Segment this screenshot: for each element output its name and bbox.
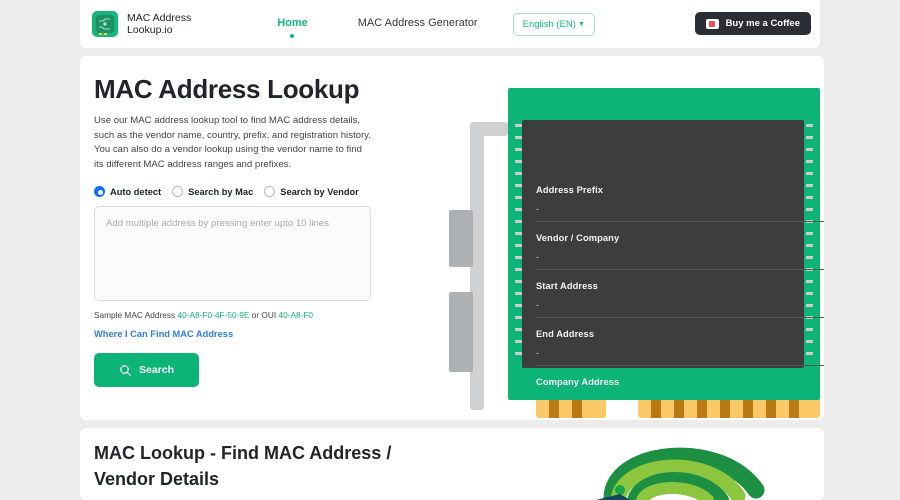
result-field-address-prefix: Address Prefix - xyxy=(522,174,824,222)
nic-port-upper xyxy=(449,210,473,267)
language-label: English (EN) xyxy=(522,18,576,30)
radio-search-by-mac-label: Search by Mac xyxy=(188,186,254,197)
nav-item-home[interactable]: Home xyxy=(277,17,308,38)
result-value-start-address: - xyxy=(536,291,824,318)
result-value-vendor-company: - xyxy=(536,243,824,270)
radio-search-by-vendor-label: Search by Vendor xyxy=(280,186,359,197)
radio-auto-detect[interactable]: Auto detect xyxy=(94,186,161,197)
result-value-company-address: - xyxy=(536,396,539,406)
wifi-signal-icon xyxy=(596,447,765,500)
sample-oui-link[interactable]: 40-A8-F0 xyxy=(278,310,313,320)
nav-item-mac-address-generator[interactable]: MAC Address Generator xyxy=(358,17,478,31)
chevron-down-icon: ▼ xyxy=(577,20,585,28)
search-mode-radio-group: Auto detect Search by Mac Search by Vend… xyxy=(94,186,394,197)
coffee-cup-icon xyxy=(705,18,719,29)
page-title: MAC Address Lookup xyxy=(94,74,360,104)
lookup-card: MAC Address Lookup Use our MAC address l… xyxy=(80,56,824,420)
radio-search-by-vendor-dot xyxy=(264,186,276,197)
result-field-vendor-company: Vendor / Company - xyxy=(522,222,824,270)
buy-me-a-coffee-button[interactable]: Buy me a Coffee xyxy=(694,12,811,35)
result-value-end-address: - xyxy=(536,339,824,366)
nav-item-home-label: Home xyxy=(277,17,308,29)
sample-mac-link[interactable]: 40-A8-F0-4F-50-9E xyxy=(177,310,249,320)
active-indicator-dot xyxy=(290,34,295,38)
radio-auto-detect-label: Auto detect xyxy=(110,186,162,197)
site-header: MAC Address Lookup.io Home MAC Address G… xyxy=(80,0,820,48)
result-label-address-prefix: Address Prefix xyxy=(536,185,604,195)
radio-search-by-vendor[interactable]: Search by Vendor xyxy=(264,186,359,197)
mac-address-input[interactable]: Add multiple address by pressing enter u… xyxy=(94,206,371,301)
result-label-vendor-company: Vendor / Company xyxy=(536,233,620,243)
radio-auto-detect-dot xyxy=(94,186,105,197)
lookup-form: MAC Address Lookup Use our MAC address l… xyxy=(94,74,394,387)
nic-chip-pins-left xyxy=(515,124,522,364)
radio-search-by-mac[interactable]: Search by Mac xyxy=(172,186,253,197)
nic-port-lower xyxy=(449,292,473,372)
result-value-address-prefix: - xyxy=(536,195,824,222)
article-card: MAC Lookup - Find MAC Address / Vendor D… xyxy=(80,428,824,500)
coffee-button-label: Buy me a Coffee xyxy=(725,18,800,29)
result-field-end-address: End Address - xyxy=(522,318,824,366)
brand-name: MAC Address Lookup.io xyxy=(127,11,192,37)
brand-logo[interactable]: MAC Address Lookup.io xyxy=(92,11,191,37)
sample-hint-prefix: Sample MAC Address xyxy=(94,310,178,320)
lookup-result-panel: Address Prefix - Vendor / Company - Star… xyxy=(522,174,824,420)
language-selector[interactable]: English (EN) ▼ xyxy=(512,12,595,36)
result-label-start-address: Start Address xyxy=(536,281,598,291)
result-label-company-address: Company Address xyxy=(536,377,620,387)
circuit-chip-icon xyxy=(92,11,118,37)
sample-hint-middle: or OUI xyxy=(249,310,279,320)
search-icon xyxy=(120,364,131,376)
article-title: MAC Lookup - Find MAC Address / Vendor D… xyxy=(94,443,392,489)
where-i-can-find-mac-address-link[interactable]: Where I Can Find MAC Address xyxy=(94,329,394,339)
result-field-start-address: Start Address - xyxy=(522,270,824,318)
main-nav: Home MAC Address Generator xyxy=(277,17,478,38)
sample-mac-hint: Sample MAC Address 40-A8-F0-4F-50-9E or … xyxy=(94,310,394,320)
nav-item-generator-label: MAC Address Generator xyxy=(357,17,478,29)
radio-search-by-mac-dot xyxy=(172,186,184,197)
page-description: Use our MAC address lookup tool to find … xyxy=(94,115,371,170)
search-button[interactable]: Search xyxy=(94,353,199,387)
result-field-company-address: Company Address - xyxy=(522,366,824,413)
search-button-label: Search xyxy=(138,364,175,376)
page-root: MAC Address Lookup.io Home MAC Address G… xyxy=(0,0,900,500)
result-label-end-address: End Address xyxy=(536,329,595,339)
